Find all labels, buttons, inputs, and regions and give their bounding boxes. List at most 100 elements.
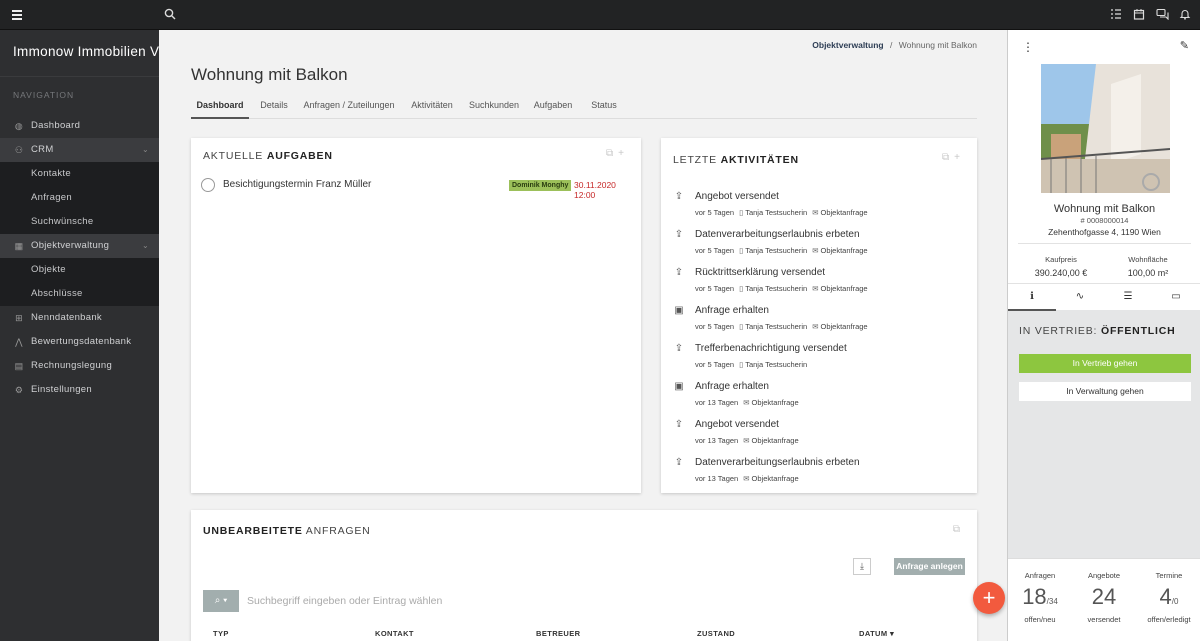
activity-item[interactable]: ▣ Anfrage erhalten vor 13 Tagen ✉ Objektan…	[673, 381, 973, 415]
sidebar-item-crm[interactable]: ⚇ CRM ⌄	[0, 138, 159, 162]
external-link-icon[interactable]: ⧉	[942, 152, 954, 163]
invoice-icon: ▤	[14, 361, 24, 371]
tasks-card: AKTUELLE AUFGABEN ⧉+ Besichtigungstermin…	[191, 138, 641, 493]
activity-meta: vor 5 Tagen ▯ Tanja Testsucherin ✉ Objektanf…	[695, 208, 868, 217]
sidebar-item-dashboard[interactable]: ◍ Dashboard	[0, 114, 159, 138]
column-header-betreuer[interactable]: BETREUER	[536, 629, 580, 638]
dashboard-icon: ◍	[14, 121, 24, 131]
requests-card: UNBEARBEITETE ANFRAGEN ⧉ ⤓ Anfrage anleg…	[191, 510, 977, 641]
start-management-button[interactable]: In Verwaltung gehen	[1019, 382, 1191, 401]
sidebar-item-anfragen[interactable]: Anfragen	[0, 186, 159, 210]
activity-item[interactable]: ⇪ Angebot versendet vor 13 Tagen ✉ Objekta…	[673, 419, 973, 453]
property-summary: ⋮ ✎ Wohnung mit Balkon # 0008000014 Zehe…	[1008, 30, 1200, 311]
checklist-icon[interactable]: ☰	[1104, 284, 1152, 311]
activity-meta: vor 13 Tagen ✉ Objektanfrage	[695, 398, 799, 407]
activity-item[interactable]: ⇪ Rücktrittserklärung versendet vor 5 Ta…	[673, 267, 973, 301]
bell-icon[interactable]	[1178, 8, 1192, 22]
search-filter-button[interactable]: ⌕ ▾	[203, 590, 239, 612]
outbox-icon: ⇪	[674, 267, 684, 278]
area-label: Wohnfläche	[1128, 255, 1168, 264]
activity-pulse-icon[interactable]: ∿	[1056, 284, 1104, 311]
envelope-icon: ✉	[812, 208, 819, 217]
sidebar-item-kontakte[interactable]: Kontakte	[0, 162, 159, 186]
stat-angebote[interactable]: Angebote 24 versendet	[1072, 571, 1136, 624]
activity-title: Anfrage erhalten	[695, 381, 769, 392]
hamburger-icon[interactable]	[10, 8, 24, 22]
search-icon[interactable]	[163, 8, 177, 22]
sidebar-item-rechnungslegung[interactable]: ▤ Rechnungslegung	[0, 354, 159, 378]
sidebar-item-abschluesse[interactable]: Abschlüsse	[0, 282, 159, 306]
contact-icon: ▯	[739, 322, 744, 331]
checklist-icon[interactable]	[1109, 8, 1123, 22]
plus-icon[interactable]: +	[618, 148, 629, 159]
activity-meta: vor 5 Tagen ▯ Tanja Testsucherin ✉ Objektanf…	[695, 322, 868, 331]
column-header-datum[interactable]: DATUM ▾	[859, 629, 894, 638]
activities-card: LETZTE AKTIVITÄTEN ⧉+ ⇪ Angebot versende…	[661, 138, 977, 493]
activity-title: Angebot versendet	[695, 419, 779, 430]
activity-item[interactable]: ⇪ Datenverarbeitungserlaubnis erbeten vo…	[673, 229, 973, 263]
stats-panel: Anfragen 18/34 offen/neu Angebote 24 ver…	[1008, 558, 1200, 641]
envelope-icon: ✉	[743, 474, 750, 483]
sidebar-item-objektverwaltung[interactable]: ▦ Objektverwaltung ⌄	[0, 234, 159, 258]
search-input[interactable]	[247, 590, 747, 612]
plus-icon[interactable]: +	[954, 152, 965, 163]
contact-icon: ▯	[739, 360, 744, 369]
add-request-button[interactable]: Anfrage anlegen	[894, 558, 965, 575]
sidebar-item-objekte[interactable]: Objekte	[0, 258, 159, 282]
property-id: # 0008000014	[1080, 216, 1129, 225]
stat-anfragen[interactable]: Anfragen 18/34 offen/neu	[1008, 571, 1072, 624]
activity-item[interactable]: ▣ Anfrage erhalten vor 5 Tagen ▯ Tanja Tes…	[673, 305, 973, 339]
activity-meta: vor 13 Tagen ✉ Objektanfrage	[695, 474, 799, 483]
stat-termine[interactable]: Termine 4/0 offen/erledigt	[1137, 571, 1200, 624]
task-text[interactable]: Besichtigungstermin Franz Müller	[223, 179, 371, 190]
price-value: 390.240,00 €	[1034, 268, 1088, 278]
tab-status[interactable]: Status	[584, 93, 624, 119]
activity-item[interactable]: ⇪ Trefferbenachrichtigung versendet vor …	[673, 343, 973, 377]
column-header-typ[interactable]: TYP	[213, 629, 229, 638]
outbox-icon: ⇪	[674, 191, 684, 202]
brand-name[interactable]: Immonow Immobilien V...	[0, 30, 159, 77]
plus-icon[interactable]: +	[973, 582, 1005, 614]
start-distribution-button[interactable]: In Vertrieb gehen	[1019, 354, 1191, 373]
property-photo[interactable]	[1041, 64, 1170, 193]
kebab-menu-icon[interactable]: ⋮	[1022, 40, 1034, 54]
sidebar: Immonow Immobilien V... NAVIGATION ◍ Das…	[0, 30, 159, 641]
pencil-icon[interactable]: ✎	[1180, 39, 1189, 52]
tab-details[interactable]: Details	[255, 93, 293, 119]
envelope-icon: ✉	[812, 246, 819, 255]
sidebar-item-nenndatenbank[interactable]: ⊞ Nenndatenbank	[0, 306, 159, 330]
chat-icon[interactable]	[1155, 8, 1169, 22]
area-value: 100,00 m²	[1127, 268, 1169, 278]
top-bar	[0, 0, 1200, 30]
task-checkbox[interactable]	[201, 178, 215, 192]
external-link-icon[interactable]: ⧉	[606, 148, 618, 159]
tab-anfragen-zuteilungen[interactable]: Anfragen / Zuteilungen	[303, 93, 395, 119]
activity-item[interactable]: ⇪ Angebot versendet vor 5 Tagen ▯ Tanja Te…	[673, 191, 973, 225]
activity-item[interactable]: ⇪ Datenverarbeitungserlaubnis erbeten vo…	[673, 457, 973, 491]
tab-aufgaben[interactable]: Aufgaben	[531, 93, 575, 119]
sidebar-item-bewertungsdatenbank[interactable]: ⋀ Bewertungsdatenbank	[0, 330, 159, 354]
note-icon[interactable]: ▭	[1152, 284, 1200, 311]
external-link-icon[interactable]: ⧉	[953, 524, 965, 535]
activity-meta: vor 5 Tagen ▯ Tanja Testsucherin ✉ Objektanf…	[695, 284, 868, 293]
tab-suchkunden[interactable]: Suchkunden	[468, 93, 520, 119]
area-field: Wohnfläche 100,00 m²	[1103, 255, 1193, 278]
database-icon: ⊞	[15, 313, 23, 323]
task-item[interactable]: Besichtigungstermin Franz Müller Dominik…	[201, 178, 632, 200]
sidebar-item-einstellungen[interactable]: ⚙ Einstellungen	[0, 378, 159, 402]
envelope-icon: ✉	[812, 322, 819, 331]
info-icon[interactable]: ℹ	[1008, 284, 1056, 311]
activity-title: Datenverarbeitungserlaubnis erbeten	[695, 457, 860, 468]
distribution-status: IN VERTRIEB: ÖFFENTLICH	[1019, 325, 1176, 337]
tab-aktivitaeten[interactable]: Aktivitäten	[405, 93, 459, 119]
calendar-icon[interactable]	[1132, 8, 1146, 22]
download-button[interactable]: ⤓	[853, 558, 871, 575]
task-due-date: 30.11.2020 12:00	[574, 180, 616, 200]
breadcrumb-link-objektverwaltung[interactable]: Objektverwaltung	[812, 40, 883, 50]
price-field: Kaufpreis 390.240,00 €	[1016, 255, 1106, 278]
column-header-zustand[interactable]: ZUSTAND	[697, 629, 735, 638]
sidebar-item-suchwuensche[interactable]: Suchwünsche	[0, 210, 159, 234]
sidebar-item-label: Bewertungsdatenbank	[31, 336, 132, 347]
tab-dashboard[interactable]: Dashboard	[191, 93, 249, 119]
column-header-kontakt[interactable]: KONTAKT	[375, 629, 414, 638]
